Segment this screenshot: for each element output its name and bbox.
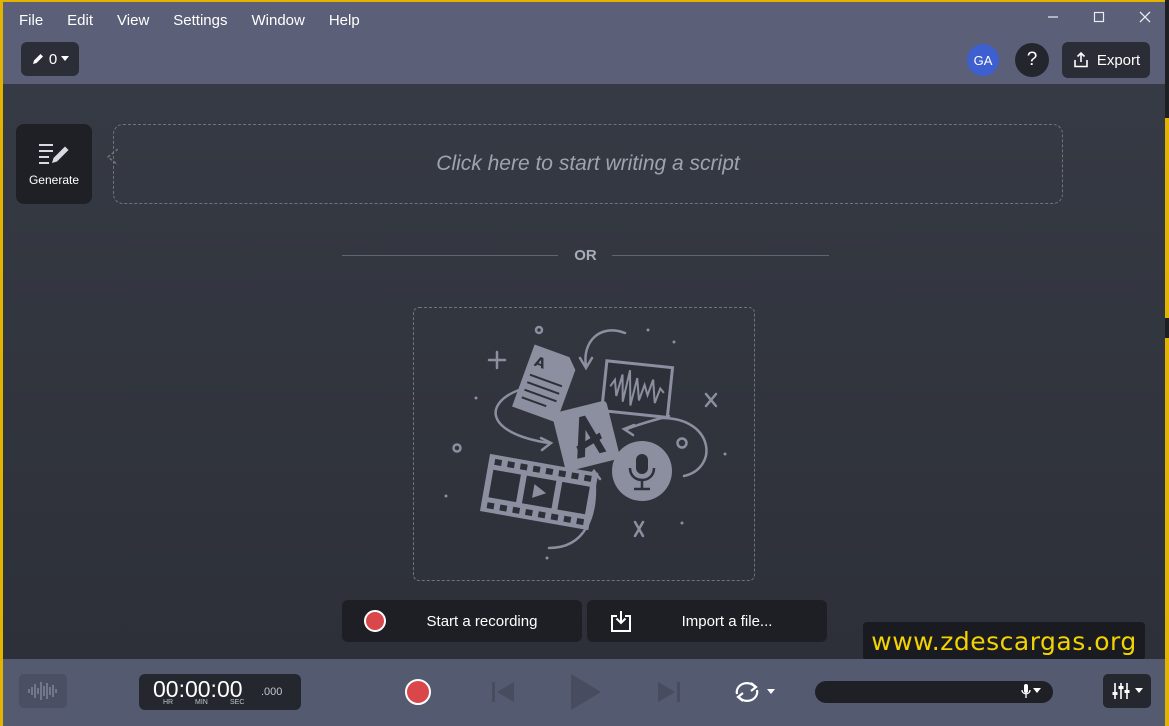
- user-avatar[interactable]: GA: [967, 44, 999, 76]
- start-recording-label: Start a recording: [426, 612, 538, 630]
- menu-help[interactable]: Help: [317, 2, 372, 40]
- app-window: File Edit View Settings Window Help 0 GA…: [0, 0, 1169, 726]
- menu-view[interactable]: View: [105, 2, 161, 40]
- media-illustration: A: [444, 325, 727, 560]
- export-button[interactable]: Export: [1062, 42, 1150, 78]
- unit-sec-label: SEC: [230, 699, 245, 706]
- audio-waveform-button[interactable]: [19, 674, 67, 708]
- import-file-label: Import a file...: [681, 612, 773, 630]
- watermark: www.zdescargas.org: [863, 622, 1145, 660]
- minimize-icon: [1048, 16, 1058, 18]
- or-divider: OR: [342, 246, 829, 266]
- main-canvas: Generate Click here to start writing a s…: [3, 84, 1168, 660]
- script-input-area[interactable]: Click here to start writing a script: [113, 124, 1063, 204]
- unit-min-label: MIN: [195, 699, 208, 706]
- export-label: Export: [1096, 51, 1141, 69]
- generate-pencil-icon: [39, 144, 69, 164]
- help-button[interactable]: ?: [1015, 43, 1049, 77]
- record-icon: [405, 679, 431, 705]
- skip-back-icon: [492, 682, 514, 702]
- menu-settings[interactable]: Settings: [161, 2, 239, 40]
- skip-forward-button[interactable]: [651, 669, 687, 715]
- generate-button[interactable]: Generate: [16, 124, 92, 204]
- skip-back-button[interactable]: [485, 669, 521, 715]
- waveform-icon: [28, 682, 57, 700]
- export-icon: [1074, 51, 1088, 68]
- microphone-icon: [1021, 684, 1031, 698]
- annotation-button[interactable]: 0: [21, 42, 79, 76]
- transport-bar: 00:00:00 .000 HR MIN SEC: [3, 659, 1168, 726]
- record-button[interactable]: [400, 669, 436, 715]
- annotation-count: 0: [48, 50, 58, 68]
- skip-forward-icon: [658, 682, 680, 702]
- import-file-button[interactable]: Import a file...: [587, 600, 827, 642]
- or-label: OR: [574, 247, 597, 264]
- watermark-text: www.zdescargas.org: [871, 626, 1137, 656]
- window-controls: [1030, 2, 1168, 32]
- audio-level-meter: [815, 681, 1053, 703]
- chevron-down-icon: [1033, 688, 1041, 693]
- microphone-selector[interactable]: [1021, 683, 1041, 699]
- unit-hr-label: HR: [163, 699, 174, 706]
- toolbar: 0 GA ? Export: [3, 40, 1168, 84]
- chevron-down-icon: [1135, 688, 1143, 693]
- sliders-icon: [1112, 683, 1130, 699]
- play-button[interactable]: [563, 669, 609, 715]
- menu-window[interactable]: Window: [239, 2, 316, 40]
- close-icon: [1139, 11, 1151, 23]
- menu-edit[interactable]: Edit: [55, 2, 105, 40]
- chevron-down-icon: [767, 689, 775, 694]
- loop-button[interactable]: [727, 669, 779, 715]
- play-icon: [571, 674, 601, 710]
- timecode-ms: .000: [261, 686, 283, 698]
- minimize-button[interactable]: [1030, 2, 1076, 32]
- maximize-button[interactable]: [1076, 2, 1122, 32]
- menu-bar: File Edit View Settings Window Help: [3, 2, 1168, 40]
- script-placeholder: Click here to start writing a script: [436, 152, 740, 175]
- audio-settings-button[interactable]: [1103, 674, 1151, 708]
- timecode-display: 00:00:00 .000 HR MIN SEC: [139, 674, 301, 710]
- close-button[interactable]: [1122, 2, 1168, 32]
- maximize-icon: [1093, 11, 1105, 23]
- menu-file[interactable]: File: [3, 2, 55, 40]
- media-drop-zone[interactable]: A: [413, 307, 755, 581]
- loop-icon: [735, 682, 759, 702]
- pencil-icon: [32, 54, 43, 64]
- generate-label: Generate: [28, 173, 80, 187]
- start-recording-button[interactable]: Start a recording: [342, 600, 582, 642]
- chevron-down-icon: [61, 56, 70, 61]
- window-edge: [1165, 0, 1169, 726]
